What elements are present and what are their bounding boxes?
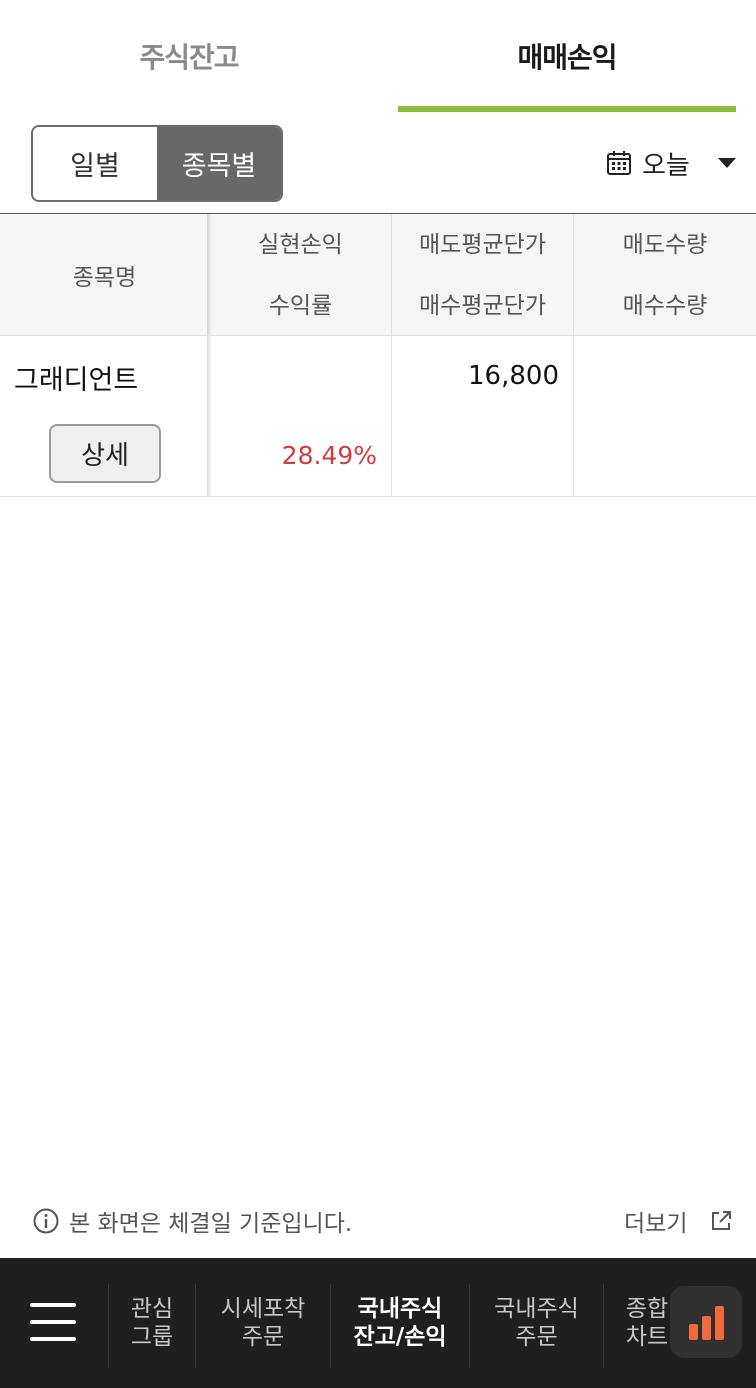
- table-row[interactable]: 그래디언트 상세 28.49% 16,800: [0, 336, 756, 497]
- frozen-column-shadow: [207, 336, 212, 496]
- nav-label-line1: 시세포착: [220, 1296, 306, 1322]
- nav-label-line2: 그룹: [130, 1324, 174, 1350]
- header-col-realized: 실현손익 수익률: [209, 214, 391, 336]
- frozen-column-shadow: [207, 214, 212, 335]
- sell-avg-price-value: 16,800: [468, 361, 559, 391]
- active-tab-indicator: [398, 106, 736, 112]
- notice-bar: 본 화면은 체결일 기준입니다.: [33, 1204, 352, 1238]
- header-realized-pl: 실현손익: [258, 231, 343, 258]
- date-dropdown[interactable]: 오늘: [606, 140, 736, 186]
- tab-stock-balance[interactable]: 주식잔고: [0, 0, 378, 112]
- chevron-down-icon: [718, 158, 736, 168]
- header-col-price: 매도평균단가 매수평균단가: [391, 214, 573, 336]
- more-link[interactable]: 더보기: [624, 1204, 733, 1238]
- nav-item-watchlist-group[interactable]: 관심 그룹: [109, 1292, 195, 1354]
- calendar-icon: [607, 151, 631, 175]
- more-label: 더보기: [624, 1211, 688, 1237]
- tab-trading-pl[interactable]: 매매손익: [378, 0, 756, 112]
- hamburger-menu-icon[interactable]: [30, 1303, 76, 1341]
- header-buy-qty: 매수수량: [622, 292, 708, 319]
- table-header: 종목명 실현손익 수익률 매도평균단가 매수평균단가 매도수량 매수수량: [0, 213, 756, 336]
- nav-label-line1: 관심: [130, 1296, 174, 1322]
- header-return-rate: 수익률: [268, 292, 333, 319]
- daily-toggle-button[interactable]: 일별: [33, 127, 157, 200]
- header-sell-avg-price: 매도평균단가: [419, 231, 546, 258]
- header-buy-avg-price: 매수평균단가: [419, 292, 546, 319]
- bottom-navigation: 관심 그룹 시세포착 주문 국내주식 잔고/손익 국내주식 주문 종합 차트: [0, 1258, 756, 1388]
- by-stock-toggle-button[interactable]: 종목별: [157, 127, 281, 200]
- tab-trading-pl-label: 매매손익: [517, 41, 617, 74]
- date-value: 오늘: [642, 150, 690, 181]
- stock-name: 그래디언트: [14, 365, 139, 396]
- detail-button[interactable]: 상세: [49, 424, 161, 483]
- nav-label-line2: 차트: [625, 1324, 669, 1350]
- nav-label-line2: 주문: [515, 1324, 558, 1350]
- return-rate-value: 28.49%: [281, 441, 377, 470]
- header-stock-name: 종목명: [72, 265, 137, 291]
- bar-chart-icon[interactable]: [670, 1286, 742, 1358]
- nav-label-line1: 국내주식: [494, 1296, 579, 1322]
- notice-text: 본 화면은 체결일 기준입니다.: [69, 1211, 353, 1237]
- header-sell-qty: 매도수량: [622, 231, 708, 258]
- row-price-cell: 16,800: [391, 336, 573, 496]
- row-name-cell: 그래디언트 상세: [0, 336, 209, 496]
- top-tab-bar: 주식잔고 매매손익: [0, 0, 756, 112]
- row-qty-cell: [573, 336, 756, 496]
- nav-label-line1: 종합: [625, 1296, 669, 1322]
- nav-label-line2: 잔고/손익: [353, 1324, 447, 1350]
- nav-item-domestic-balance-pl[interactable]: 국내주식 잔고/손익: [331, 1292, 469, 1354]
- header-col-qty: 매도수량 매수수량: [573, 214, 756, 336]
- view-mode-segmented-control: 일별 종목별: [31, 125, 283, 202]
- tab-stock-balance-label: 주식잔고: [139, 41, 239, 74]
- info-icon: [33, 1208, 59, 1234]
- row-realized-cell: 28.49%: [209, 336, 391, 496]
- trading-pl-table: 종목명 실현손익 수익률 매도평균단가 매수평균단가 매도수량 매수수량 그래디…: [0, 213, 756, 497]
- nav-item-price-capture-order[interactable]: 시세포착 주문: [196, 1292, 330, 1354]
- nav-item-domestic-order[interactable]: 국내주식 주문: [470, 1292, 603, 1354]
- nav-label-line1: 국내주식: [357, 1296, 443, 1322]
- external-link-icon: [712, 1211, 732, 1230]
- nav-label-line2: 주문: [241, 1324, 285, 1350]
